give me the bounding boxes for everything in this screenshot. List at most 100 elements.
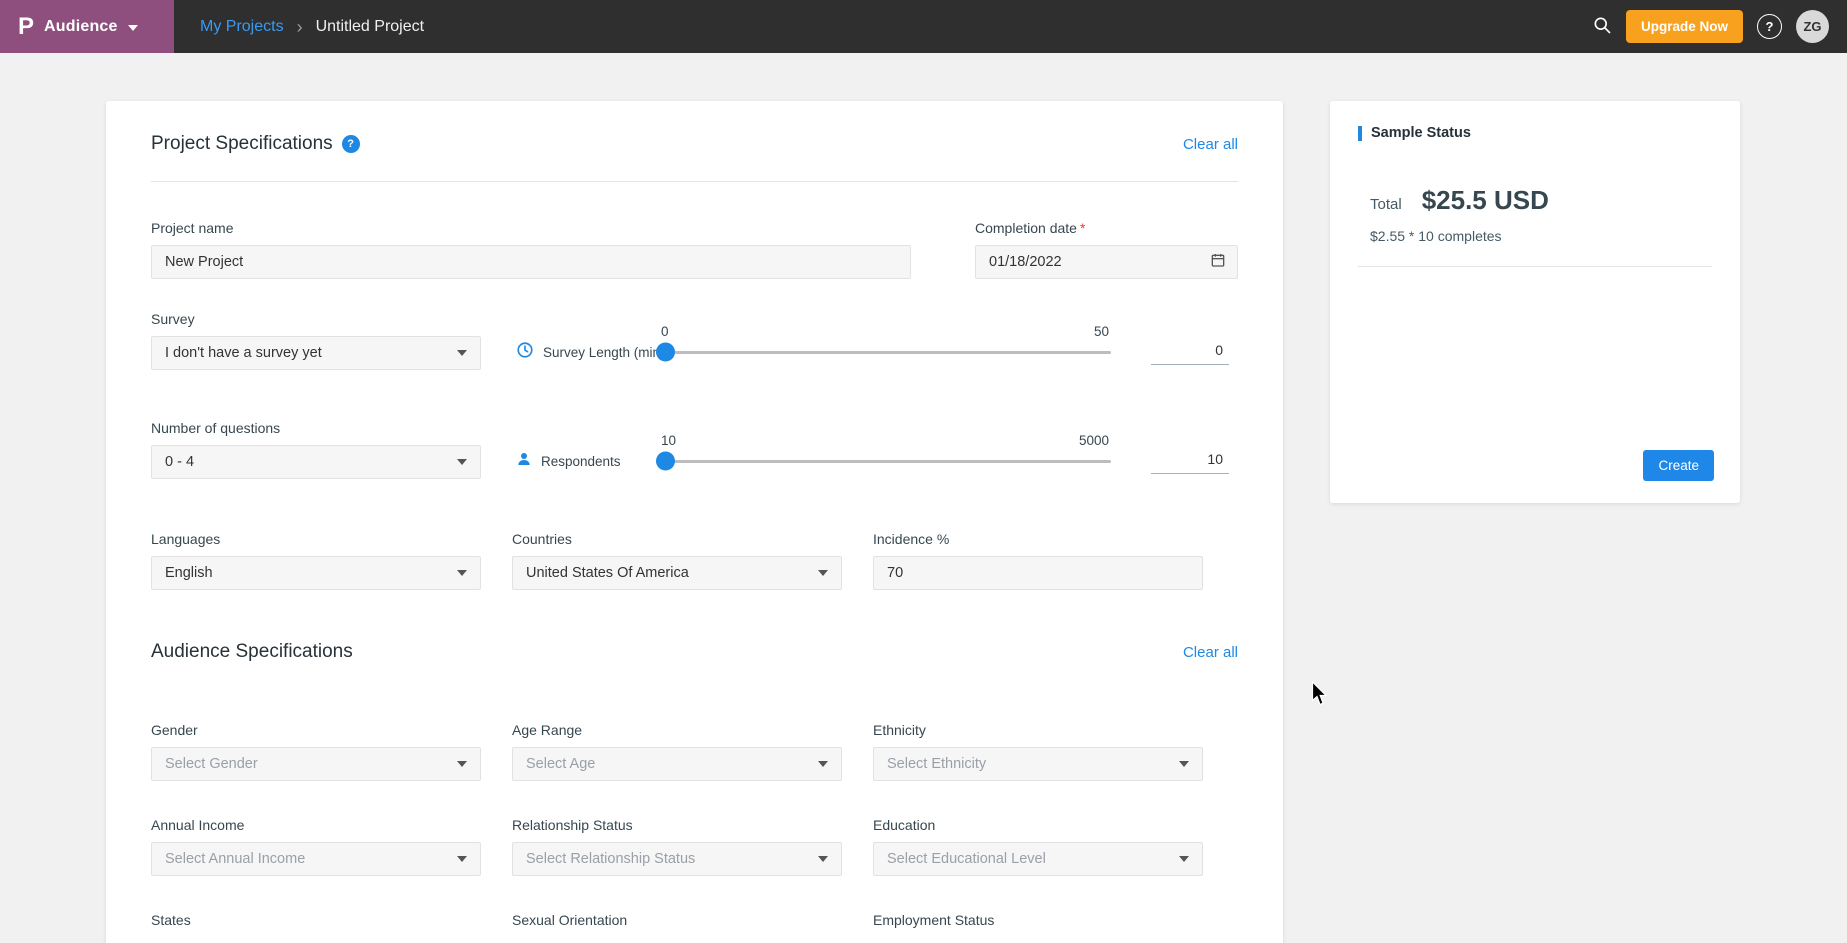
project-spec-title: Project Specifications	[151, 133, 333, 155]
survey-select[interactable]: I don't have a survey yet	[151, 336, 481, 370]
age-range-label: Age Range	[512, 722, 842, 739]
breadcrumb-separator: ›	[297, 18, 303, 36]
completion-date-label: Completion date*	[975, 220, 1238, 237]
ethnicity-select-placeholder: Select Ethnicity	[887, 756, 986, 772]
languages-select[interactable]: English	[151, 556, 481, 590]
sample-status-card: Sample Status Total $25.5 USD $2.55 * 10…	[1330, 101, 1740, 503]
calendar-icon[interactable]	[1210, 252, 1226, 272]
gender-select[interactable]: Select Gender	[151, 747, 481, 781]
brand-logo: P	[18, 15, 34, 39]
project-name-input[interactable]	[151, 245, 911, 279]
ethnicity-select[interactable]: Select Ethnicity	[873, 747, 1203, 781]
respondents-slider-group: Respondents 10 5000	[481, 443, 1238, 479]
age-range-select-placeholder: Select Age	[526, 756, 595, 772]
row-respondents: Number of questions 0 - 4 Respondents 10…	[151, 420, 1238, 479]
section-divider	[151, 181, 1238, 182]
incidence-input[interactable]	[873, 556, 1203, 590]
chevron-down-icon	[1179, 761, 1189, 767]
chevron-down-icon	[457, 856, 467, 862]
sample-status-header: Sample Status	[1358, 125, 1712, 141]
countries-select[interactable]: United States Of America	[512, 556, 842, 590]
breadcrumb-my-projects-link[interactable]: My Projects	[200, 18, 284, 36]
completion-date-input[interactable]	[989, 254, 1210, 270]
project-spec-clear-all-link[interactable]: Clear all	[1183, 136, 1238, 153]
sample-status-divider	[1358, 266, 1712, 267]
project-name-field: Project name	[151, 220, 911, 279]
total-row: Total $25.5 USD	[1370, 185, 1712, 216]
search-button[interactable]	[1592, 15, 1612, 38]
upgrade-now-button[interactable]: Upgrade Now	[1626, 10, 1743, 43]
help-button[interactable]: ?	[1757, 14, 1782, 39]
respondents-min-tick: 10	[661, 433, 676, 448]
survey-length-value-input[interactable]	[1151, 339, 1229, 365]
completion-date-label-text: Completion date	[975, 220, 1077, 236]
respondents-value-input[interactable]	[1151, 448, 1229, 474]
education-select-placeholder: Select Educational Level	[887, 851, 1046, 867]
row-project-name-date: Project name Completion date*	[151, 220, 1238, 279]
chevron-down-icon	[457, 459, 467, 465]
annual-income-label: Annual Income	[151, 817, 481, 834]
completion-date-field: Completion date*	[975, 220, 1238, 279]
row-gender-age-ethnicity: Gender Select Gender Age Range Select Ag…	[151, 722, 1238, 781]
survey-length-slider: 0 50	[656, 334, 1111, 370]
questions-label: Number of questions	[151, 420, 481, 437]
employment-status-label: Employment Status	[873, 912, 1203, 929]
chevron-down-icon	[818, 856, 828, 862]
row-survey-length: Survey I don't have a survey yet Survey …	[151, 311, 1238, 370]
relationship-status-select[interactable]: Select Relationship Status	[512, 842, 842, 876]
product-name: Audience	[44, 18, 118, 36]
relationship-status-field: Relationship Status Select Relationship …	[512, 817, 842, 876]
education-field: Education Select Educational Level	[873, 817, 1203, 876]
questions-field: Number of questions 0 - 4	[151, 420, 481, 479]
survey-length-track[interactable]	[656, 351, 1111, 354]
respondents-track[interactable]	[656, 460, 1111, 463]
ethnicity-label: Ethnicity	[873, 722, 1203, 739]
age-range-field: Age Range Select Age	[512, 722, 842, 781]
questions-select[interactable]: 0 - 4	[151, 445, 481, 479]
accent-bar	[1358, 126, 1362, 141]
topbar: P Audience My Projects › Untitled Projec…	[0, 0, 1847, 53]
incidence-label: Incidence %	[873, 531, 1203, 548]
project-specifications-card: Project Specifications ? Clear all Proje…	[106, 101, 1283, 943]
languages-field: Languages English	[151, 531, 481, 590]
languages-label: Languages	[151, 531, 481, 548]
questions-select-value: 0 - 4	[165, 454, 194, 470]
total-label: Total	[1370, 196, 1402, 213]
user-avatar[interactable]: ZG	[1796, 10, 1829, 43]
project-spec-header: Project Specifications ? Clear all	[151, 101, 1238, 155]
price-breakdown: $2.55 * 10 completes	[1370, 228, 1712, 244]
audience-spec-clear-all-link[interactable]: Clear all	[1183, 644, 1238, 661]
gender-label: Gender	[151, 722, 481, 739]
chevron-down-icon	[128, 25, 138, 31]
project-name-label: Project name	[151, 220, 911, 237]
survey-length-slider-group: Survey Length (min) 0 50	[481, 334, 1238, 370]
respondents-caption: Respondents	[516, 451, 656, 472]
sexual-orientation-field: Sexual Orientation	[512, 912, 842, 929]
education-select[interactable]: Select Educational Level	[873, 842, 1203, 876]
annual-income-select[interactable]: Select Annual Income	[151, 842, 481, 876]
survey-length-slider-thumb[interactable]	[656, 343, 675, 362]
row-states-orientation-employment: States Sexual Orientation Employment Sta…	[151, 912, 1238, 929]
sample-status-title: Sample Status	[1371, 125, 1471, 141]
create-button[interactable]: Create	[1643, 450, 1714, 481]
info-help-icon[interactable]: ?	[342, 135, 360, 153]
respondents-slider-thumb[interactable]	[656, 452, 675, 471]
breadcrumb: My Projects › Untitled Project	[200, 18, 424, 36]
audience-spec-title: Audience Specifications	[151, 641, 353, 663]
product-switcher[interactable]: P Audience	[0, 0, 174, 53]
search-icon	[1592, 15, 1612, 38]
age-range-select[interactable]: Select Age	[512, 747, 842, 781]
survey-length-caption: Survey Length (min)	[516, 341, 656, 364]
survey-length-min-tick: 0	[661, 324, 669, 339]
chevron-down-icon	[818, 570, 828, 576]
total-value: $25.5 USD	[1422, 185, 1549, 216]
chevron-down-icon	[818, 761, 828, 767]
clock-icon	[516, 341, 534, 364]
countries-field: Countries United States Of America	[512, 531, 842, 590]
states-label: States	[151, 912, 481, 929]
incidence-field: Incidence %	[873, 531, 1203, 590]
chevron-down-icon	[1179, 856, 1189, 862]
breadcrumb-current-page: Untitled Project	[316, 18, 425, 36]
chevron-down-icon	[457, 761, 467, 767]
ethnicity-field: Ethnicity Select Ethnicity	[873, 722, 1203, 781]
